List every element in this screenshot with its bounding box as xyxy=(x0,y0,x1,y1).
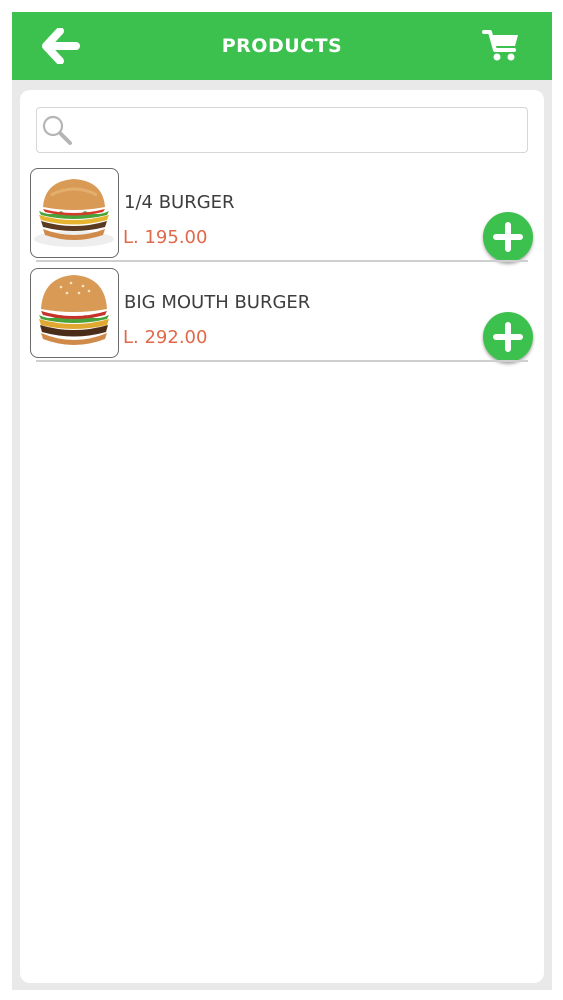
list-item[interactable]: BIG MOUTH BURGER L. 292.00 xyxy=(30,268,533,362)
cart-button[interactable] xyxy=(482,28,522,64)
product-name: BIG MOUTH BURGER xyxy=(124,292,311,313)
plus-icon xyxy=(493,222,523,252)
product-image xyxy=(30,268,119,358)
back-button[interactable] xyxy=(42,27,82,65)
product-image xyxy=(30,168,119,258)
product-name: 1/4 BURGER xyxy=(124,192,235,213)
shopping-cart-icon xyxy=(482,30,518,61)
list-item[interactable]: 1/4 BURGER L. 195.00 xyxy=(30,168,533,262)
page-title: PRODUCTS xyxy=(221,35,343,57)
product-price: L. 195.00 xyxy=(123,227,208,248)
add-to-cart-button[interactable] xyxy=(483,312,533,362)
burger-image xyxy=(39,275,109,345)
divider xyxy=(36,360,528,362)
arrow-left-icon xyxy=(42,27,80,65)
plus-icon xyxy=(493,322,523,352)
search-icon xyxy=(42,115,72,145)
search-input[interactable] xyxy=(79,108,519,151)
search-box xyxy=(36,107,528,153)
burger-image xyxy=(34,179,114,247)
divider xyxy=(36,260,528,262)
add-to-cart-button[interactable] xyxy=(483,212,533,262)
product-price: L. 292.00 xyxy=(123,327,208,348)
product-list-panel: 1/4 BURGER L. 195.00 BIG MOUTH BURGER L.… xyxy=(20,90,544,983)
top-bar: PRODUCTS xyxy=(12,12,552,80)
